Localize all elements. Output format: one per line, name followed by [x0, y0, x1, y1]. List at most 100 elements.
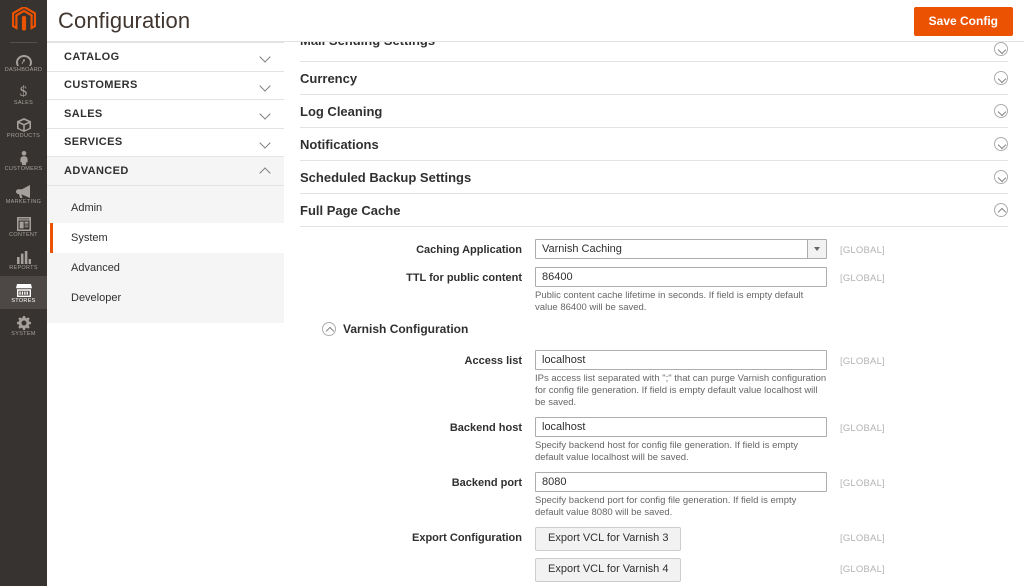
field-note: Public content cache lifetime in seconds… [535, 290, 804, 313]
nav-section-services[interactable]: SERVICES [47, 128, 284, 157]
admin-page: DASHBOARD $ SALES PRODUCTS CUSTOMERS MAR… [0, 0, 1024, 586]
bar-chart-icon [16, 249, 31, 264]
section-mail-sending-settings[interactable]: Mail Sending Settings [300, 42, 1008, 62]
sidebar-item-label: REPORTS [9, 264, 38, 271]
field-label: Caching Application [416, 244, 522, 256]
chevron-down-circle-icon [994, 137, 1008, 151]
sidebar-item-label: SALES [13, 99, 34, 106]
sidebar-item-sales[interactable]: $ SALES [0, 78, 47, 111]
ttl-input[interactable] [535, 267, 827, 287]
nav-subitem-label: Developer [71, 291, 122, 304]
export-vcl-varnish-3-button[interactable]: Export VCL for Varnish 3 [535, 527, 682, 551]
full-page-cache-body: Caching Application Varnish Caching [GLO… [300, 227, 1008, 586]
field-label-spacer [300, 558, 535, 563]
nav-section-catalog[interactable]: CATALOG [47, 43, 284, 72]
nav-section-label: CATALOG [64, 50, 120, 63]
nav-subitem-label: Advanced [71, 261, 120, 274]
section-title: Notifications [300, 136, 379, 152]
page-title: Configuration [58, 7, 191, 33]
nav-section-sales[interactable]: SALES [47, 100, 284, 129]
chevron-down-circle-icon [994, 42, 1008, 56]
section-currency[interactable]: Currency [300, 62, 1008, 95]
nav-subitem-admin[interactable]: Admin [47, 193, 284, 223]
save-config-button[interactable]: Save Config [913, 7, 1013, 36]
sidebar-item-marketing[interactable]: MARKETING [0, 177, 47, 210]
nav-subitem-advanced[interactable]: Advanced [47, 253, 284, 283]
dollar-icon: $ [19, 83, 28, 100]
subsection-varnish-configuration[interactable]: Varnish Configuration [322, 322, 1008, 336]
sidebar-item-label: CONTENT [9, 231, 38, 238]
field-ttl-public-content: TTL for public content Public content ca… [300, 267, 1008, 314]
chevron-down-circle-icon [994, 170, 1008, 184]
sidebar-item-label: DASHBOARD [4, 66, 43, 73]
export-vcl-varnish-4-button[interactable]: Export VCL for Varnish 4 [535, 558, 682, 582]
section-log-cleaning[interactable]: Log Cleaning [300, 95, 1008, 128]
field-backend-port: Backend port Specify backend port for co… [300, 472, 1008, 519]
scope-label: [GLOBAL] [840, 564, 885, 575]
field-note: IPs access list separated with ";" that … [535, 373, 827, 408]
page-body: CATALOG CUSTOMERS SALES SERVICES ADVANCE… [47, 42, 1024, 586]
person-icon [19, 150, 29, 165]
sidebar-item-label: STORES [11, 297, 36, 304]
chevron-up-icon [260, 165, 271, 176]
section-title: Log Cleaning [300, 103, 383, 119]
chevron-down-icon [260, 137, 271, 148]
sidebar-item-reports[interactable]: REPORTS [0, 243, 47, 276]
chevron-down-icon[interactable] [807, 240, 826, 258]
nav-section-advanced[interactable]: ADVANCED [47, 157, 284, 186]
section-title: Currency [300, 70, 358, 86]
configuration-nav: CATALOG CUSTOMERS SALES SERVICES ADVANCE… [47, 42, 284, 586]
sidebar-item-label: SYSTEM [11, 330, 36, 337]
chevron-down-circle-icon [994, 104, 1008, 118]
backend-host-input[interactable] [535, 417, 827, 437]
field-label: Export Configuration [412, 532, 522, 544]
section-full-page-cache[interactable]: Full Page Cache [300, 194, 1008, 227]
nav-section-label: SALES [64, 107, 103, 120]
section-scheduled-backup-settings[interactable]: Scheduled Backup Settings [300, 161, 1008, 194]
sidebar-item-label: MARKETING [5, 198, 42, 205]
storefront-icon [15, 282, 32, 297]
gear-icon [16, 315, 31, 330]
access-list-input[interactable] [535, 350, 827, 370]
scope-label: [GLOBAL] [840, 533, 885, 544]
nav-advanced-submenu: Admin System Advanced Developer [47, 185, 284, 323]
dashboard-icon [15, 51, 32, 66]
rail-divider [10, 42, 37, 43]
sidebar-item-customers[interactable]: CUSTOMERS [0, 144, 47, 177]
sidebar-item-label: CUSTOMERS [4, 165, 43, 172]
sidebar-item-system[interactable]: SYSTEM [0, 309, 47, 342]
chevron-down-icon [260, 80, 271, 91]
nav-subitem-developer[interactable]: Developer [47, 283, 284, 313]
caching-application-select[interactable]: Varnish Caching [535, 239, 827, 259]
field-label: Backend host [449, 422, 522, 434]
backend-port-input[interactable] [535, 472, 827, 492]
section-title: Scheduled Backup Settings [300, 169, 472, 185]
sidebar-item-products[interactable]: PRODUCTS [0, 111, 47, 144]
page-header: Configuration Save Config [47, 0, 1024, 42]
subsection-title: Varnish Configuration [343, 322, 469, 336]
chevron-down-circle-icon [994, 71, 1008, 85]
field-note: Specify backend port for config file gen… [535, 495, 797, 518]
sidebar-item-label: PRODUCTS [6, 132, 41, 139]
section-notifications[interactable]: Notifications [300, 128, 1008, 161]
sidebar-item-content[interactable]: CONTENT [0, 210, 47, 243]
nav-subitem-system[interactable]: System [47, 222, 284, 253]
chevron-up-circle-icon [322, 322, 336, 336]
sidebar-item-stores[interactable]: STORES [0, 276, 47, 309]
configuration-content: Mail Sending Settings Currency Log Clean… [284, 42, 1024, 586]
scope-label: [GLOBAL] [840, 423, 885, 434]
nav-subitem-label: System [71, 231, 108, 244]
nav-section-label: ADVANCED [64, 164, 129, 177]
scope-label: [GLOBAL] [840, 245, 885, 256]
field-label: Access list [464, 355, 522, 367]
chevron-up-circle-icon [994, 203, 1008, 217]
scope-label: [GLOBAL] [840, 356, 885, 367]
box-icon [16, 117, 31, 132]
scope-label: [GLOBAL] [840, 273, 885, 284]
nav-section-label: SERVICES [64, 136, 123, 149]
section-title: Mail Sending Settings [300, 42, 994, 48]
magento-logo-icon[interactable] [0, 2, 47, 38]
sidebar-item-dashboard[interactable]: DASHBOARD [0, 45, 47, 78]
field-caching-application: Caching Application Varnish Caching [GLO… [300, 239, 1008, 259]
nav-section-customers[interactable]: CUSTOMERS [47, 71, 284, 100]
